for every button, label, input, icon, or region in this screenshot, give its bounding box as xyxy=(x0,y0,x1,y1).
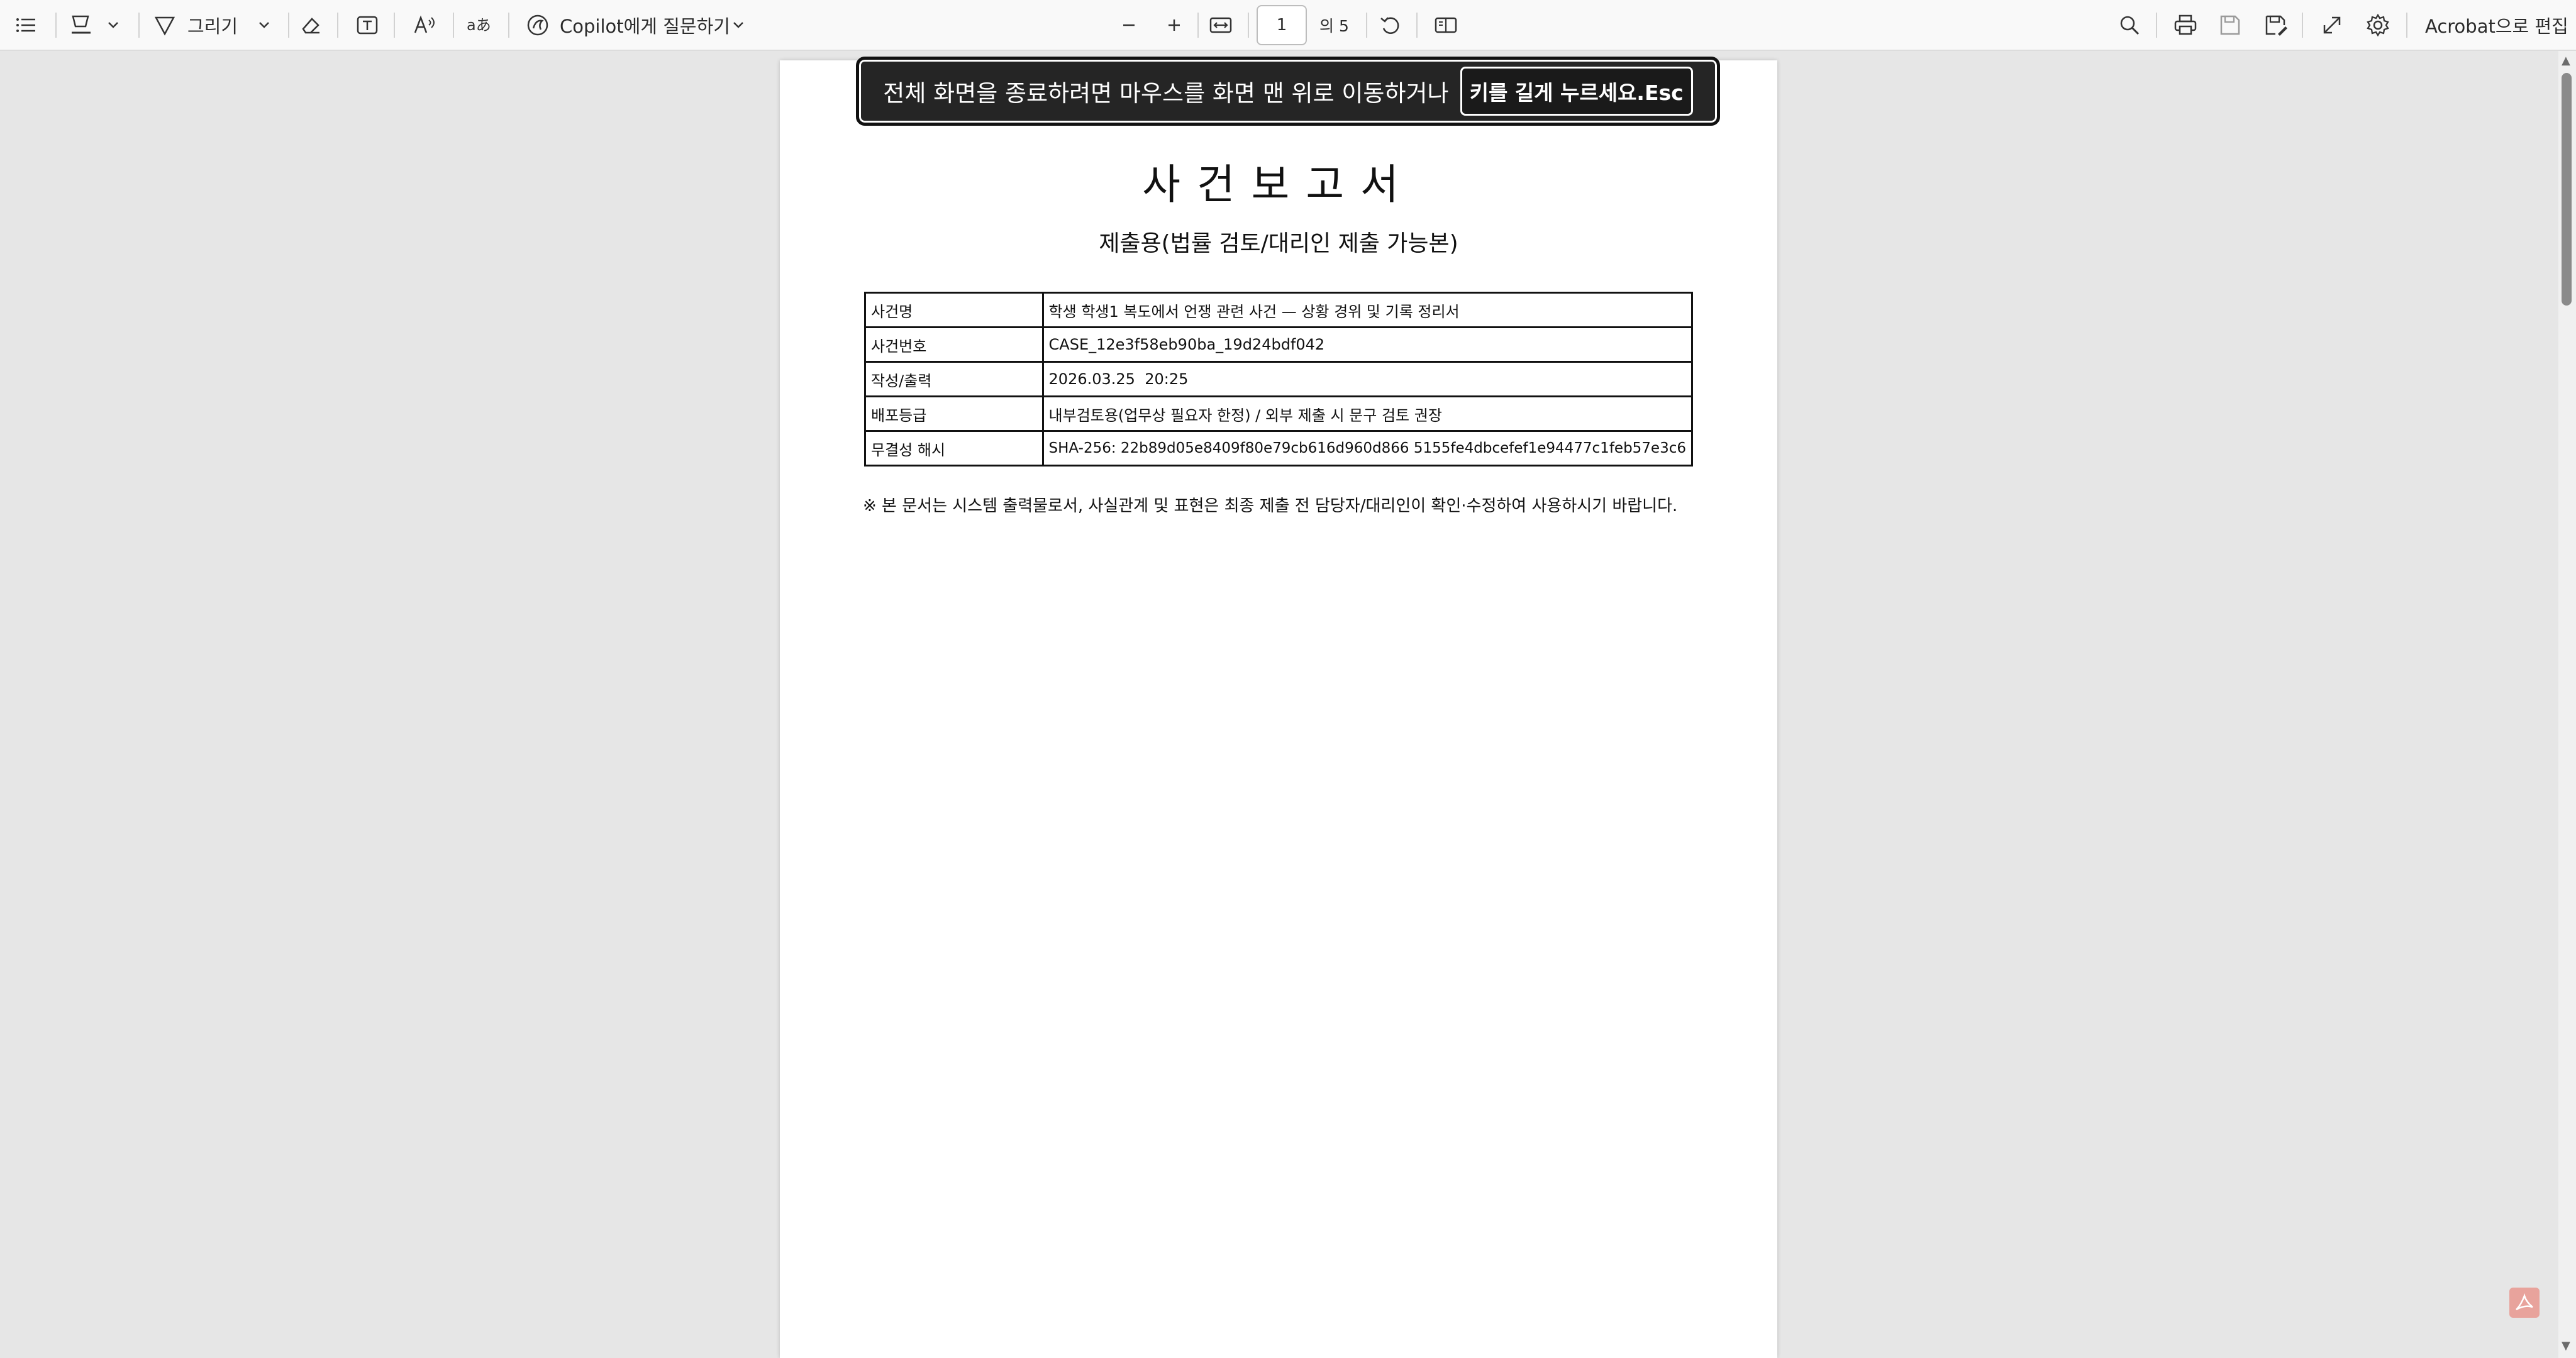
table-row: 작성/출력 2026.03.25 20:25 xyxy=(864,361,1694,397)
page-number-input[interactable]: 1 xyxy=(1257,5,1307,45)
gear-icon[interactable] xyxy=(2366,0,2390,50)
banner-text: 전체 화면을 종료하려면 마우스를 화면 맨 위로 이동하거나 xyxy=(883,80,1449,107)
scroll-up-arrow-icon[interactable]: ▲ xyxy=(2562,54,2570,67)
acrobat-icon[interactable] xyxy=(2509,1288,2540,1318)
scrollbar-thumb[interactable] xyxy=(2562,73,2572,306)
page-total: 의 5 xyxy=(1319,0,1349,50)
scroll-down-arrow-icon[interactable]: ▼ xyxy=(2562,1339,2570,1352)
add-text-icon[interactable] xyxy=(356,0,379,50)
translate-icon[interactable]: aあ xyxy=(465,0,493,50)
toolbar-divider xyxy=(138,13,140,38)
save-as-icon[interactable] xyxy=(2264,0,2288,50)
table-row: 사건명 학생 학생1 복도에서 언쟁 관련 사건 — 상황 경위 및 기록 정리… xyxy=(864,292,1694,328)
table-value-cell: 2026.03.25 20:25 xyxy=(1041,361,1694,397)
toolbar-divider xyxy=(1416,13,1418,38)
zoom-out-icon[interactable] xyxy=(1119,0,1138,50)
highlight-chevron-down-icon[interactable] xyxy=(107,0,119,50)
search-icon[interactable] xyxy=(2118,0,2141,50)
save-icon[interactable] xyxy=(2219,0,2241,50)
table-key-cell: 배포등급 xyxy=(864,395,1044,432)
page-total-label: 의 5 xyxy=(1319,16,1349,35)
toolbar-divider xyxy=(337,13,338,38)
expand-icon[interactable] xyxy=(2321,0,2343,50)
table-value-cell: CASE_12e3f58eb90ba_19d24bdf042 xyxy=(1041,326,1694,363)
contents-icon[interactable] xyxy=(15,0,38,50)
table-key-cell: 작성/출력 xyxy=(864,361,1044,397)
document-title: 사건보고서 xyxy=(1142,160,1415,209)
fit-width-icon[interactable] xyxy=(1209,0,1233,50)
copilot-icon xyxy=(526,13,550,37)
eraser-icon[interactable] xyxy=(299,0,322,50)
table-row: 배포등급 내부검토용(업무상 필요자 한정) / 외부 제출 시 문구 검토 권… xyxy=(864,395,1694,432)
toolbar-divider xyxy=(1248,13,1249,38)
table-key-cell: 사건번호 xyxy=(864,326,1044,363)
toolbar-divider xyxy=(1197,13,1199,38)
copilot-chevron-down-icon[interactable] xyxy=(732,0,745,50)
read-aloud-icon[interactable] xyxy=(413,0,438,50)
toolbar-divider xyxy=(2156,13,2157,38)
toolbar-divider xyxy=(508,13,509,38)
table-key-cell: 사건명 xyxy=(864,292,1044,328)
svg-text:aあ: aあ xyxy=(467,16,491,34)
case-info-table: 사건명 학생 학생1 복도에서 언쟁 관련 사건 — 상황 경위 및 기록 정리… xyxy=(864,292,1694,466)
toolbar-divider xyxy=(1366,13,1367,38)
table-row: 사건번호 CASE_12e3f58eb90ba_19d24bdf042 xyxy=(864,326,1694,363)
toolbar-divider xyxy=(2302,13,2303,38)
page-view-icon[interactable] xyxy=(1434,0,1458,50)
document-subtitle: 제출용(법률 검토/대리인 제출 가능본) xyxy=(1099,231,1458,257)
toolbar-divider xyxy=(55,13,57,38)
table-value-cell: SHA-256: 22b89d05e8409f80e79cb616d960d86… xyxy=(1041,430,1694,466)
table-value-cell: 내부검토용(업무상 필요자 한정) / 외부 제출 시 문구 검토 권장 xyxy=(1041,395,1694,432)
esc-key-hint: 키를 길게 누르세요.Esc xyxy=(1460,67,1693,116)
draw-icon xyxy=(153,14,176,36)
print-icon[interactable] xyxy=(2174,0,2197,50)
highlight-icon[interactable] xyxy=(69,0,94,50)
pdf-toolbar: 그리기 aあ Copilot에게 질문하기 1 의 5 Acrobat으로 편집 xyxy=(0,0,2576,51)
table-row: 무결성 해시 SHA-256: 22b89d05e8409f80e79cb616… xyxy=(864,430,1694,466)
table-value-cell: 학생 학생1 복도에서 언쟁 관련 사건 — 상황 경위 및 기록 정리서 xyxy=(1041,292,1694,328)
copilot-button[interactable]: Copilot에게 질문하기 xyxy=(526,0,730,50)
toolbar-divider xyxy=(288,13,289,38)
draw-label: 그리기 xyxy=(187,15,238,37)
zoom-in-icon[interactable] xyxy=(1165,0,1184,50)
copilot-label: Copilot에게 질문하기 xyxy=(560,15,730,37)
fullscreen-exit-banner: 전체 화면을 종료하려면 마우스를 화면 맨 위로 이동하거나 키를 길게 누르… xyxy=(856,57,1720,126)
draw-button[interactable]: 그리기 xyxy=(153,0,238,50)
document-note: ※ 본 문서는 시스템 출력물로서, 사실관계 및 표현은 최종 제출 전 담당… xyxy=(863,497,1678,516)
toolbar-divider xyxy=(394,13,395,38)
rotate-icon[interactable] xyxy=(1379,0,1402,50)
table-key-cell: 무결성 해시 xyxy=(864,430,1044,466)
toolbar-divider xyxy=(2406,13,2407,38)
toolbar-divider xyxy=(453,13,454,38)
draw-chevron-down-icon[interactable] xyxy=(258,0,270,50)
edit-in-acrobat-label: Acrobat으로 편집 xyxy=(2425,15,2568,37)
edit-in-acrobat-button[interactable]: Acrobat으로 편집 xyxy=(2425,0,2568,50)
